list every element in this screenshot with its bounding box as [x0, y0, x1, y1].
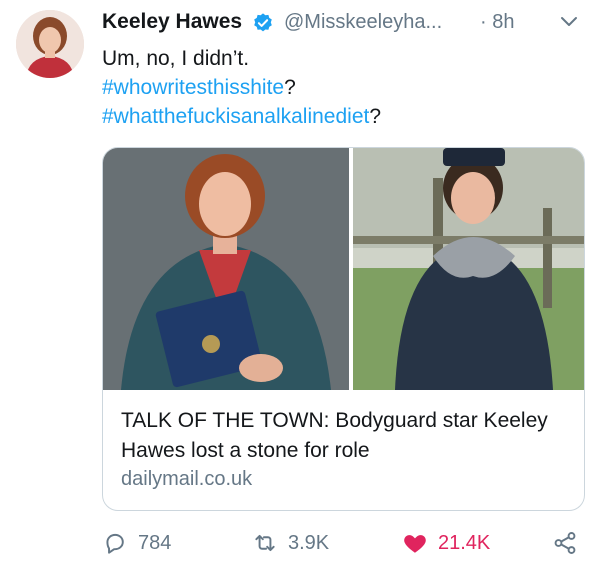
author-name[interactable]: Keeley Hawes: [102, 10, 242, 34]
retweet-icon: [255, 534, 275, 552]
share-button[interactable]: [552, 525, 578, 561]
tweet-header: Keeley Hawes @Misskeeleyha... · 8h: [102, 8, 580, 38]
reply-count: 784: [138, 531, 172, 554]
like-button[interactable]: 21.4K: [402, 525, 490, 561]
tweet-text-line: Um, no, I didn’t.: [102, 47, 250, 70]
time-label: 8h: [492, 11, 515, 33]
share-icon: [554, 532, 576, 554]
card-domain[interactable]: dailymail.co.uk: [121, 468, 252, 491]
hashtag-link[interactable]: #whowritesthisshite: [102, 76, 284, 99]
tweet-timestamp[interactable]: · 8h: [480, 11, 514, 34]
retweet-count: 3.9K: [288, 531, 330, 554]
hashtag-line-2: #whatthefuckisanalkalinediet?: [102, 102, 572, 131]
hashtag-line-1: #whowritesthisshite?: [102, 73, 572, 102]
card-image[interactable]: [103, 148, 584, 390]
author-avatar[interactable]: [16, 10, 84, 78]
hashtag-suffix: ?: [369, 105, 382, 128]
card-title[interactable]: TALK OF THE TOWN: Bodyguard star Keeley …: [121, 406, 571, 466]
author-handle[interactable]: @Misskeeleyha...: [284, 11, 442, 34]
verified-badge-icon: [252, 12, 274, 34]
hashtag-link[interactable]: #whatthefuckisanalkalinediet: [102, 105, 369, 128]
tweet-text: Um, no, I didn’t. #whowritesthisshite? #…: [102, 44, 572, 131]
separator-dot: ·: [480, 11, 487, 33]
retweet-button[interactable]: 3.9K: [252, 525, 329, 561]
reply-button[interactable]: 784: [102, 525, 171, 561]
reply-icon: [106, 533, 124, 554]
hashtag-suffix: ?: [284, 76, 296, 99]
heart-icon: [404, 535, 426, 553]
tweet-actions: 784 3.9K 21.4K: [102, 525, 592, 561]
like-count: 21.4K: [438, 531, 491, 554]
chevron-down-icon[interactable]: [560, 13, 578, 31]
link-preview-card[interactable]: TALK OF THE TOWN: Bodyguard star Keeley …: [102, 147, 585, 511]
